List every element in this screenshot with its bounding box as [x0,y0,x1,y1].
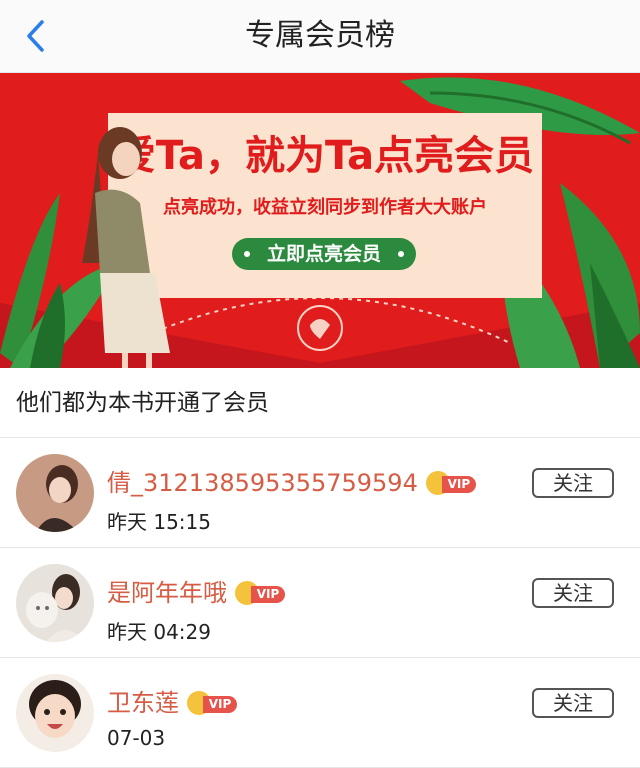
light-up-button[interactable]: 立即点亮会员 [232,238,416,270]
follow-button[interactable]: 关注 [532,468,614,498]
girl-illustration [82,127,170,368]
member-time: 昨天 04:29 [107,620,211,644]
vip-tag: VIP [203,696,237,713]
follow-button[interactable]: 关注 [532,688,614,718]
list-item[interactable]: 倩_312138595355759594 VIP 昨天 15:15 关注 [0,438,640,548]
member-name-text: 倩_312138595355759594 [107,469,418,497]
member-name[interactable]: 倩_312138595355759594 VIP [107,463,476,498]
section-title: 他们都为本书开通了会员 [0,368,640,438]
vip-tag: VIP [441,476,476,493]
list-item[interactable]: 卫东莲 VIP 07-03 关注 [0,658,640,768]
vip-tag: VIP [251,586,285,603]
member-name-text: 卫东莲 [107,689,179,717]
member-name-text: 是阿年年哦 [107,579,227,607]
list-item[interactable]: 是阿年年哦 VIP 昨天 04:29 关注 [0,548,640,658]
promo-banner[interactable]: 爱Ta，就为Ta点亮会员 点亮成功，收益立刻同步到作者大大账户 立即点亮会员 [0,73,640,368]
page-title: 专属会员榜 [245,18,395,53]
nav-header: 专属会员榜 [0,0,640,73]
avatar[interactable] [16,454,94,532]
vip-badge: VIP [235,581,285,605]
member-name[interactable]: 是阿年年哦 VIP [107,573,285,608]
member-name[interactable]: 卫东莲 VIP [107,683,237,718]
member-time: 昨天 15:15 [107,510,211,534]
member-list: 倩_312138595355759594 VIP 昨天 15:15 关注 是阿年年… [0,438,640,768]
avatar[interactable] [16,564,94,642]
vip-badge: VIP [425,471,476,495]
vip-badge: VIP [187,691,237,715]
member-time: 07-03 [107,726,166,750]
avatar[interactable] [16,674,94,752]
follow-button[interactable]: 关注 [532,578,614,608]
